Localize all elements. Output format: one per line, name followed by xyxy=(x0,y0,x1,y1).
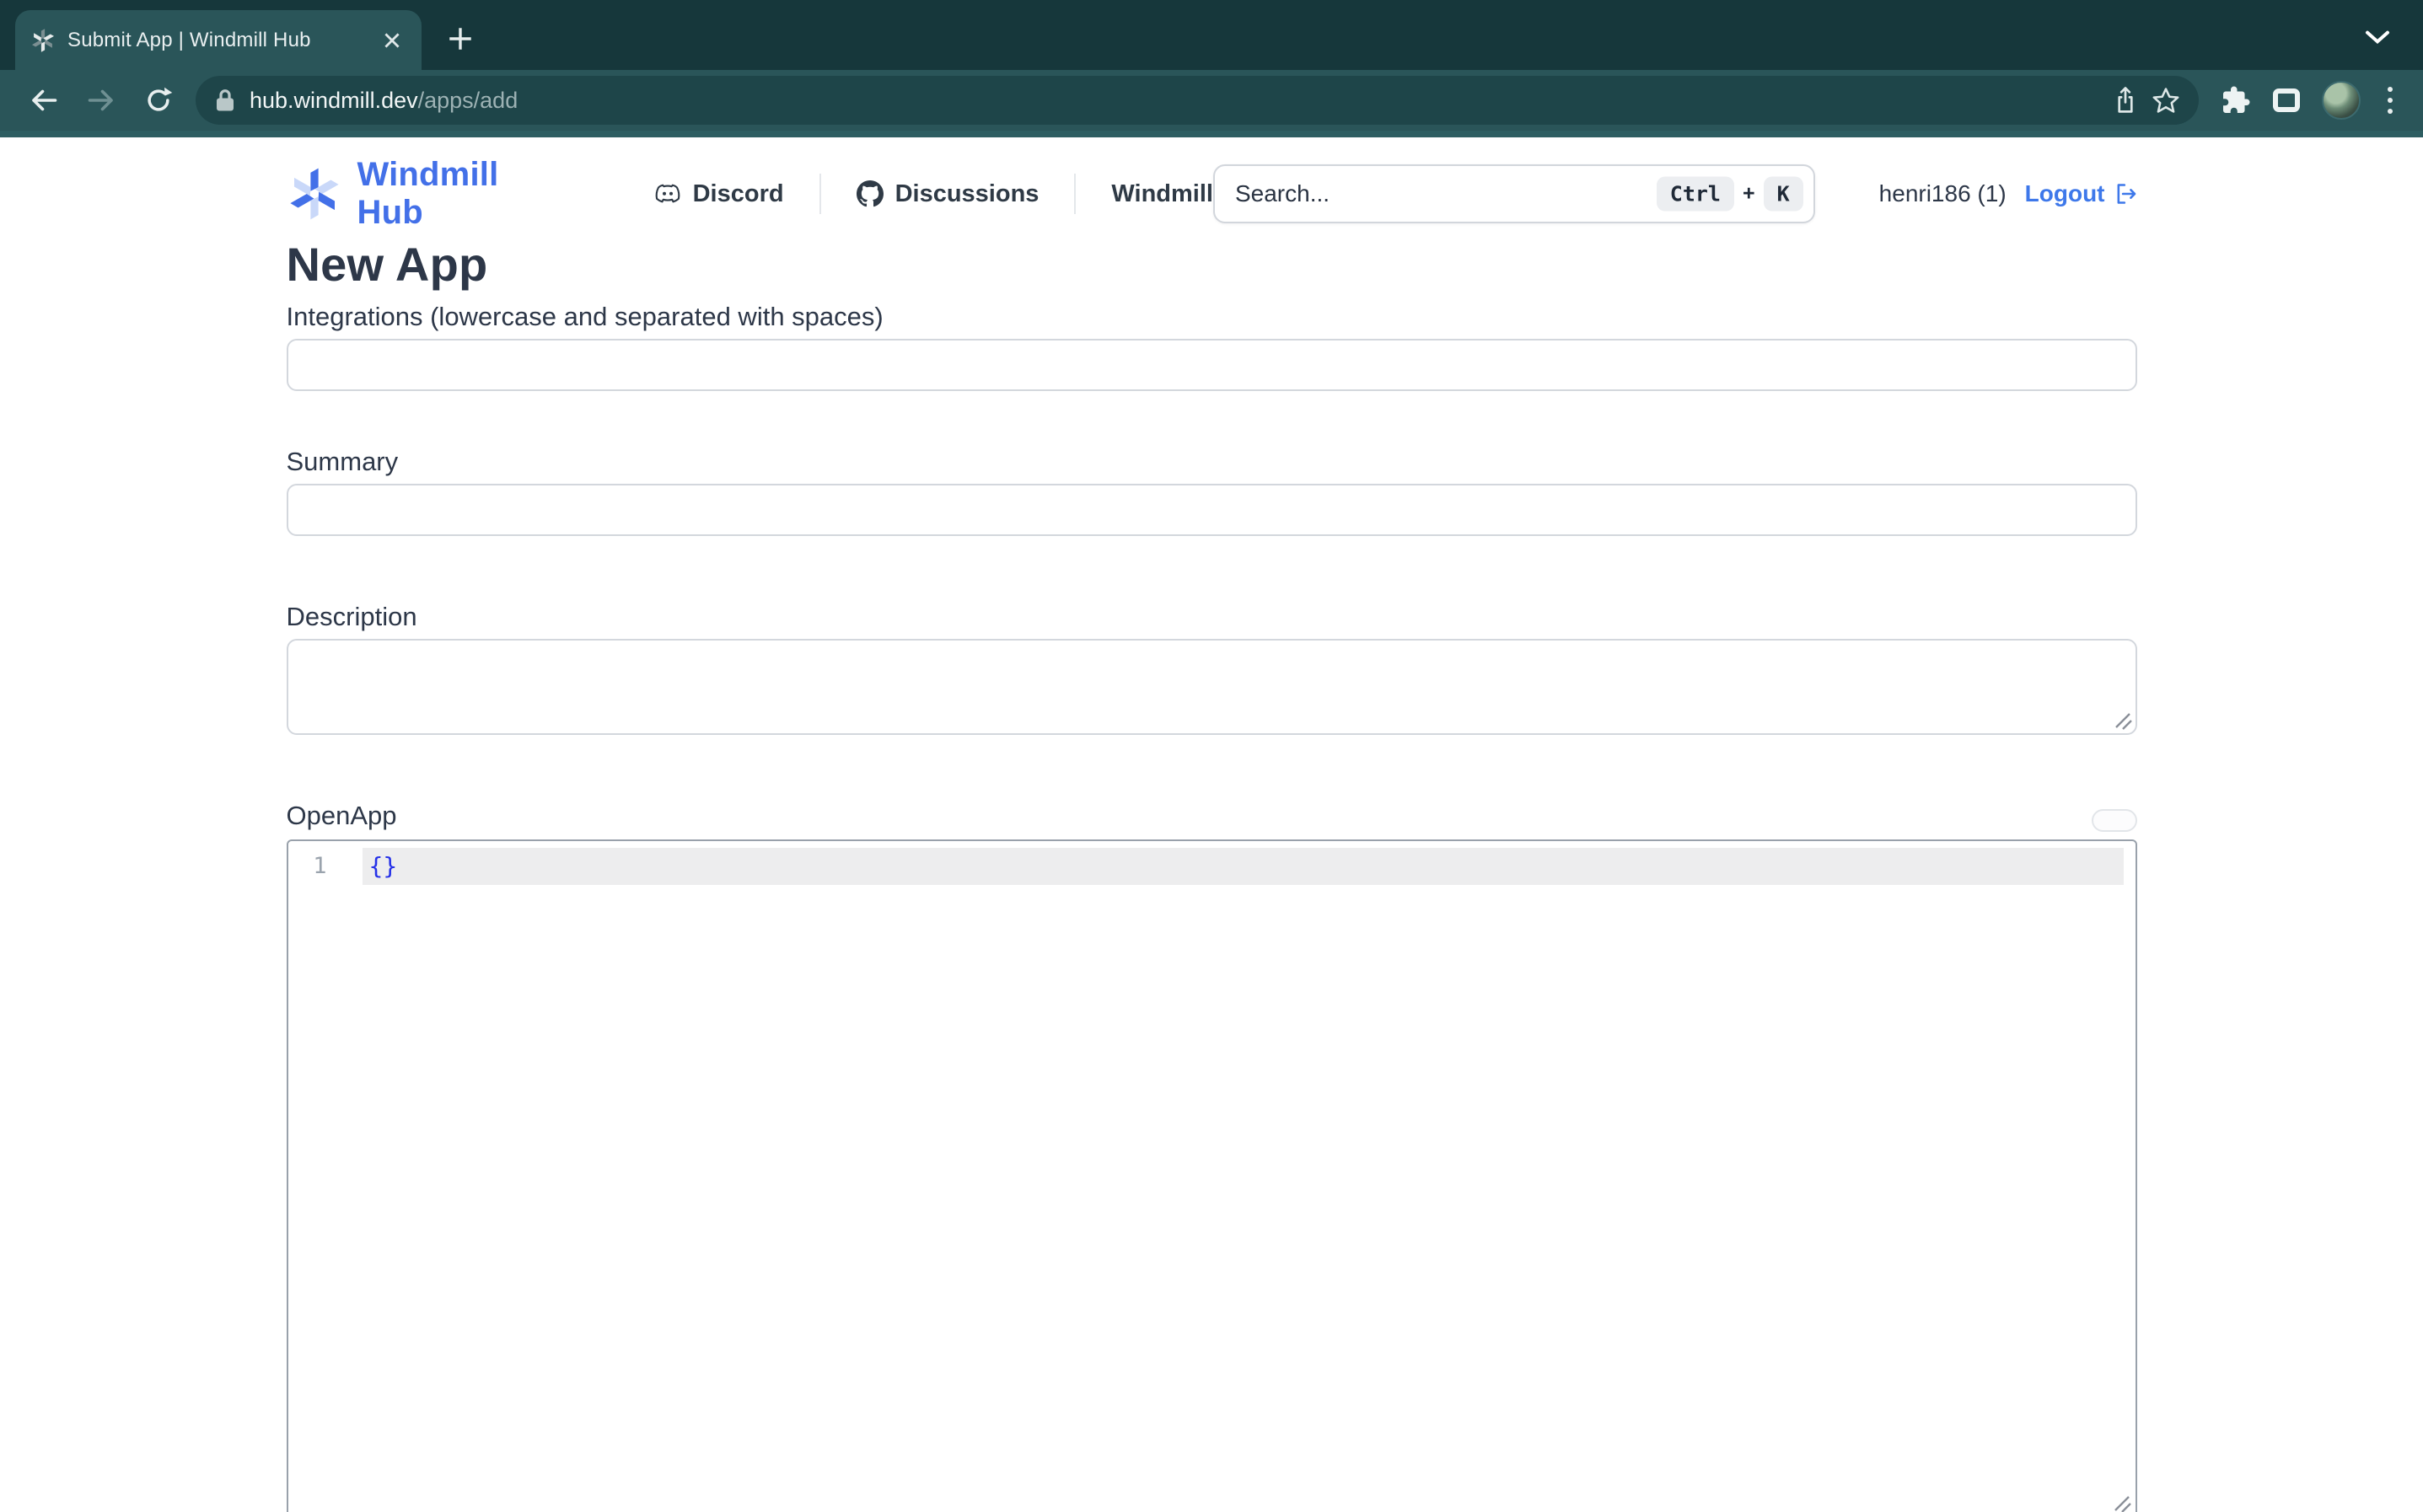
discord-icon xyxy=(654,180,681,207)
field-group-description: Description xyxy=(287,602,2137,735)
logout-icon xyxy=(2114,182,2137,206)
nav-windmill[interactable]: Windmill xyxy=(1111,180,1213,208)
user-area: henri186 (1) Logout xyxy=(1879,180,2137,207)
reload-button[interactable] xyxy=(133,75,184,126)
nav-divider xyxy=(819,174,821,214)
profile-avatar[interactable] xyxy=(2322,81,2361,120)
share-icon[interactable] xyxy=(2113,86,2138,115)
search-box: Ctrl + K xyxy=(1213,164,1815,223)
logout-link[interactable]: Logout xyxy=(2025,180,2137,207)
description-textarea[interactable] xyxy=(287,639,2137,735)
github-discussions-icon xyxy=(857,180,884,207)
nav-windmill-label: Windmill xyxy=(1111,180,1213,208)
tab-bar: Submit App | Windmill Hub xyxy=(0,0,2423,70)
brand-link[interactable]: Windmill Hub xyxy=(287,156,563,232)
browser-menu-icon[interactable] xyxy=(2383,82,2398,119)
tab-search-chevron-icon[interactable] xyxy=(2359,19,2396,56)
back-button[interactable] xyxy=(19,75,69,126)
page: Windmill Hub Discord xyxy=(0,137,2423,1505)
summary-label: Summary xyxy=(287,447,2137,477)
kbd-k: K xyxy=(1764,177,1803,212)
logout-label: Logout xyxy=(2025,180,2105,207)
openapp-code-editor[interactable]: 1 {} xyxy=(287,839,2137,1512)
tab-close-icon[interactable] xyxy=(378,26,406,55)
brand-name: Windmill Hub xyxy=(357,156,563,232)
summary-input[interactable] xyxy=(287,484,2137,536)
description-label: Description xyxy=(287,602,2137,632)
editor-toggle[interactable] xyxy=(2092,809,2137,832)
field-group-openapp: OpenApp 1 {} xyxy=(287,799,2137,1512)
windmill-favicon xyxy=(30,28,56,53)
tab-active[interactable]: Submit App | Windmill Hub xyxy=(15,10,422,70)
field-group-integrations: Integrations (lowercase and separated wi… xyxy=(287,302,2137,391)
editor-current-line-highlight xyxy=(363,848,2124,885)
editor-resize-handle-icon[interactable] xyxy=(2110,1492,2132,1512)
url-bar[interactable]: hub.windmill.dev/apps/add xyxy=(196,76,2199,125)
browser-toolbar: hub.windmill.dev/apps/add xyxy=(0,70,2423,137)
tab-title: Submit App | Windmill Hub xyxy=(67,29,366,52)
windmill-logo-icon xyxy=(287,166,342,222)
openapp-label: OpenApp xyxy=(287,801,397,831)
integrations-input[interactable] xyxy=(287,339,2137,391)
extensions-puzzle-icon[interactable] xyxy=(2221,85,2251,115)
url-text: hub.windmill.dev/apps/add xyxy=(250,88,518,114)
kbd-ctrl: Ctrl xyxy=(1657,177,1734,212)
resize-handle-icon[interactable] xyxy=(2111,709,2133,731)
bookmark-star-icon[interactable] xyxy=(2152,86,2180,115)
site-header: Windmill Hub Discord xyxy=(287,137,2137,223)
username: henri186 (1) xyxy=(1879,180,2007,207)
browser-chrome: Submit App | Windmill Hub xyxy=(0,0,2423,137)
field-group-summary: Summary xyxy=(287,447,2137,536)
nav-divider xyxy=(1074,174,1076,214)
lock-icon[interactable] xyxy=(214,88,236,113)
nav-discord[interactable]: Discord xyxy=(654,180,784,208)
integrations-label: Integrations (lowercase and separated wi… xyxy=(287,302,2137,332)
forward-button[interactable] xyxy=(76,75,126,126)
new-tab-button[interactable] xyxy=(437,15,484,62)
main-nav: Discord Discussions Windmill xyxy=(654,174,1213,214)
nav-discussions-label: Discussions xyxy=(895,180,1040,208)
page-title: New App xyxy=(287,237,2137,292)
editor-line-number: 1 xyxy=(288,848,327,885)
nav-discussions[interactable]: Discussions xyxy=(857,180,1040,208)
editor-code-line[interactable]: {} xyxy=(369,848,398,885)
nav-discord-label: Discord xyxy=(693,180,784,208)
kbd-plus: + xyxy=(1743,182,1755,206)
side-panel-icon[interactable] xyxy=(2273,88,2300,112)
